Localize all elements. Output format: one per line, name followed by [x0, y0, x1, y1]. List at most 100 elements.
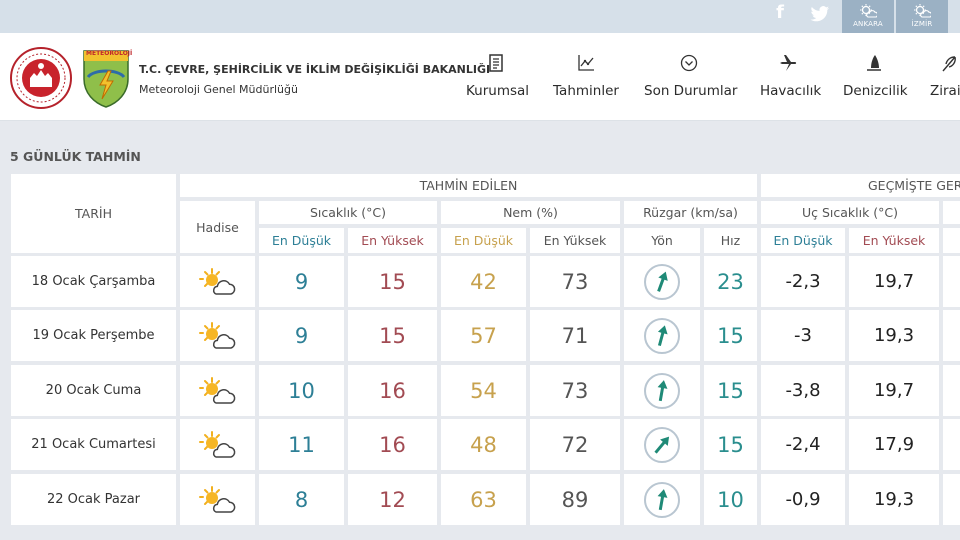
header-cut: [943, 228, 960, 253]
date-header: TARİH: [11, 174, 176, 253]
city-button-izmir[interactable]: İZMİR: [896, 0, 948, 33]
humidity-max-cell: 89: [530, 474, 620, 525]
header-cut: [943, 201, 960, 224]
wind-direction-arrow-icon: [644, 317, 680, 354]
temp-min-cell: 11: [259, 419, 344, 470]
past-header: GEÇMİŞTE GER: [761, 174, 960, 197]
section-title: 5 GÜNLÜK TAHMİN: [10, 149, 141, 164]
temp-min-cell: 8: [259, 474, 344, 525]
partly-cloudy-icon: [198, 485, 235, 513]
site-header: METEOROLOJİ T.C. ÇEVRE, ŞEHİRCİLİK VE İK…: [0, 33, 960, 121]
facebook-icon[interactable]: f: [765, 2, 795, 28]
ministry-logo[interactable]: [10, 47, 72, 109]
wind-direction-arrow-icon: [644, 481, 680, 518]
extreme-min-cell: -3: [761, 310, 845, 361]
weather-cell: [180, 419, 255, 470]
temp-max-cell: 15: [348, 310, 437, 361]
extreme-min-cell: -2,4: [761, 419, 845, 470]
twitter-icon[interactable]: [805, 2, 835, 28]
extreme-min-cell: -3,8: [761, 365, 845, 416]
humidity-max-cell: 73: [530, 365, 620, 416]
leaf-icon: [942, 56, 956, 72]
nav-label: Son Durumlar: [644, 83, 738, 99]
logo-text: METEOROLOJİ: [86, 50, 133, 57]
wind-dir-cell: [624, 474, 700, 525]
city-label: ANKARA: [853, 20, 883, 28]
weather-city-icon: [860, 4, 877, 18]
temp-min-cell: 9: [259, 310, 344, 361]
extreme-min-cell: -2,3: [761, 256, 845, 307]
humidity-max-header: En Yüksek: [530, 228, 620, 253]
wind-direction-arrow-icon: [644, 372, 680, 409]
temp-max-cell: 15: [348, 256, 437, 307]
weather-cell: [180, 310, 255, 361]
nav-kurumsal[interactable]: Kurumsal: [466, 53, 530, 103]
weather-city-icon: [914, 4, 931, 18]
wind-speed-cell: 15: [704, 310, 757, 361]
temp-max-header: En Yüksek: [348, 228, 437, 253]
date-cell: 21 Ocak Cumartesi: [11, 419, 176, 470]
wind-dir-cell: [624, 419, 700, 470]
nav-label: Zirai: [930, 83, 960, 99]
humidity-min-cell: 63: [441, 474, 526, 525]
temp-min-header: En Düşük: [259, 228, 344, 253]
partly-cloudy-icon: [198, 321, 235, 349]
humidity-max-cell: 73: [530, 256, 620, 307]
wind-direction-arrow-icon: [644, 263, 680, 300]
nav-zirai[interactable]: Zirai: [930, 53, 960, 103]
extreme-max-header: En Yüksek: [849, 228, 939, 253]
nav-label: Tahminler: [553, 83, 619, 99]
cut-cell: [943, 365, 960, 416]
wind-speed-cell: 15: [704, 419, 757, 470]
document-icon: [489, 54, 503, 72]
wind-dir-cell: [624, 256, 700, 307]
top-bar: f ANKARA İZMİR: [0, 0, 960, 33]
extreme-max-cell: 19,7: [849, 365, 939, 416]
temp-min-cell: 10: [259, 365, 344, 416]
nav-label: Kurumsal: [466, 83, 530, 99]
extreme-temp-header: Uç Sıcaklık (°C): [761, 201, 939, 224]
humidity-max-cell: 71: [530, 310, 620, 361]
extreme-max-cell: 19,3: [849, 310, 939, 361]
extreme-max-cell: 19,3: [849, 474, 939, 525]
city-label: İZMİR: [911, 20, 933, 28]
sail-icon: [867, 55, 881, 71]
wind-dir-header: Yön: [624, 228, 700, 253]
nav-denizcilik[interactable]: Denizcilik: [843, 53, 908, 103]
humidity-min-cell: 42: [441, 256, 526, 307]
date-cell: 19 Ocak Perşembe: [11, 310, 176, 361]
temp-min-cell: 9: [259, 256, 344, 307]
humidity-min-cell: 57: [441, 310, 526, 361]
nav-son-durumlar[interactable]: Son Durumlar: [644, 53, 738, 103]
nav-label: Havacılık: [760, 83, 822, 99]
cut-cell: [943, 256, 960, 307]
city-button-ankara[interactable]: ANKARA: [842, 0, 894, 33]
cut-cell: [943, 474, 960, 525]
temp-max-cell: 12: [348, 474, 437, 525]
cut-cell: [943, 419, 960, 470]
nav-tahminler[interactable]: Tahminler: [553, 53, 619, 103]
wind-header: Rüzgar (km/sa): [624, 201, 757, 224]
wind-direction-arrow-icon: [644, 426, 680, 463]
humidity-min-cell: 54: [441, 365, 526, 416]
wind-dir-cell: [624, 365, 700, 416]
humidity-max-cell: 72: [530, 419, 620, 470]
extreme-min-header: En Düşük: [761, 228, 845, 253]
temp-max-cell: 16: [348, 365, 437, 416]
wind-speed-cell: 23: [704, 256, 757, 307]
predicted-header: TAHMİN EDİLEN: [180, 174, 757, 197]
nav-havacilik[interactable]: Havacılık: [760, 53, 822, 103]
partly-cloudy-icon: [198, 267, 235, 295]
temp-header: Sıcaklık (°C): [259, 201, 437, 224]
humidity-min-cell: 48: [441, 419, 526, 470]
partly-cloudy-icon: [198, 430, 235, 458]
humidity-min-header: En Düşük: [441, 228, 526, 253]
weather-cell: [180, 474, 255, 525]
org-subtitle: Meteoroloji Genel Müdürlüğü: [139, 83, 298, 96]
wind-speed-header: Hız: [704, 228, 757, 253]
airplane-icon: [780, 55, 797, 71]
weather-cell: [180, 365, 255, 416]
date-cell: 18 Ocak Çarşamba: [11, 256, 176, 307]
weather-cell: [180, 256, 255, 307]
wind-speed-cell: 15: [704, 365, 757, 416]
